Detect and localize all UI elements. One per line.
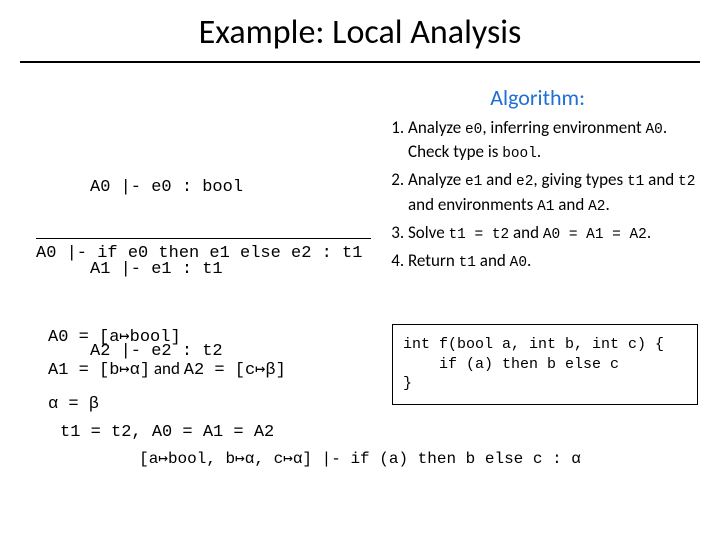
algorithm-steps: Analyze e0, inferring environment A0. Ch… — [386, 116, 706, 277]
env-line-2b: A2 = [c↦β] — [184, 361, 286, 380]
text: and — [482, 169, 516, 190]
text: Solve — [408, 222, 449, 243]
text: Analyze — [408, 169, 465, 190]
code: t1 — [627, 174, 644, 190]
step-3: Solve t1 = t2 and A0 = A1 = A2. — [408, 221, 706, 245]
code: e1 — [465, 174, 482, 190]
text: . — [527, 250, 531, 271]
step-4: Return t1 and A0. — [408, 249, 706, 273]
inference-conclusion: A0 |- if e0 then e1 else e2 : t1 — [36, 244, 362, 263]
code: bool — [502, 146, 537, 162]
text: . — [647, 222, 651, 243]
code: A0 — [510, 255, 527, 271]
final-judgment: [a↦bool, b↦α, c↦α] |- if (a) then b else… — [0, 448, 720, 468]
env-line-1: A0 = [a↦bool] — [48, 328, 181, 347]
algorithm-heading: Algorithm: — [490, 84, 585, 111]
code: A0 — [646, 122, 663, 138]
text: and — [644, 169, 678, 190]
env-line-2a: A1 = [b↦α] — [48, 361, 150, 380]
code: A0 = A1 = A2 — [543, 227, 647, 243]
env-line-3: α = β — [48, 395, 99, 414]
step-2: Analyze e1 and e2, giving types t1 and t… — [408, 168, 706, 216]
text: and — [476, 250, 510, 271]
text: and environments — [408, 194, 537, 215]
inference-rule-line — [36, 238, 371, 239]
code-example-box: int f(bool a, int b, int c) { if (a) the… — [392, 324, 698, 405]
code: A2 — [588, 199, 605, 215]
text: and — [509, 222, 543, 243]
text: . — [605, 194, 609, 215]
premise-line-1: A0 |- e0 : bool — [90, 174, 274, 201]
code: t1 — [459, 255, 476, 271]
text: . — [537, 141, 541, 162]
text: Return — [408, 250, 459, 271]
text: and — [554, 194, 588, 215]
step-1: Analyze e0, inferring environment A0. Ch… — [408, 116, 706, 164]
premise-line-4: t1 = t2, A0 = A1 = A2 — [60, 419, 274, 446]
environment-bindings: A0 = [a↦bool] A1 = [b↦α] and A2 = [c↦β] … — [48, 320, 286, 420]
title-underline — [20, 61, 700, 63]
slide-title: Example: Local Analysis — [0, 0, 720, 61]
inference-premises: A0 |- e0 : bool A1 |- e1 : t1 A2 |- e2 :… — [90, 120, 274, 473]
code: A1 — [537, 199, 554, 215]
code: e0 — [465, 122, 482, 138]
code: e2 — [516, 174, 533, 190]
text: , inferring environment — [482, 117, 645, 138]
text-and: and — [150, 358, 184, 379]
text: Analyze — [408, 117, 465, 138]
code: t2 — [678, 174, 695, 190]
code: t1 = t2 — [449, 227, 510, 243]
text: , giving types — [533, 169, 627, 190]
